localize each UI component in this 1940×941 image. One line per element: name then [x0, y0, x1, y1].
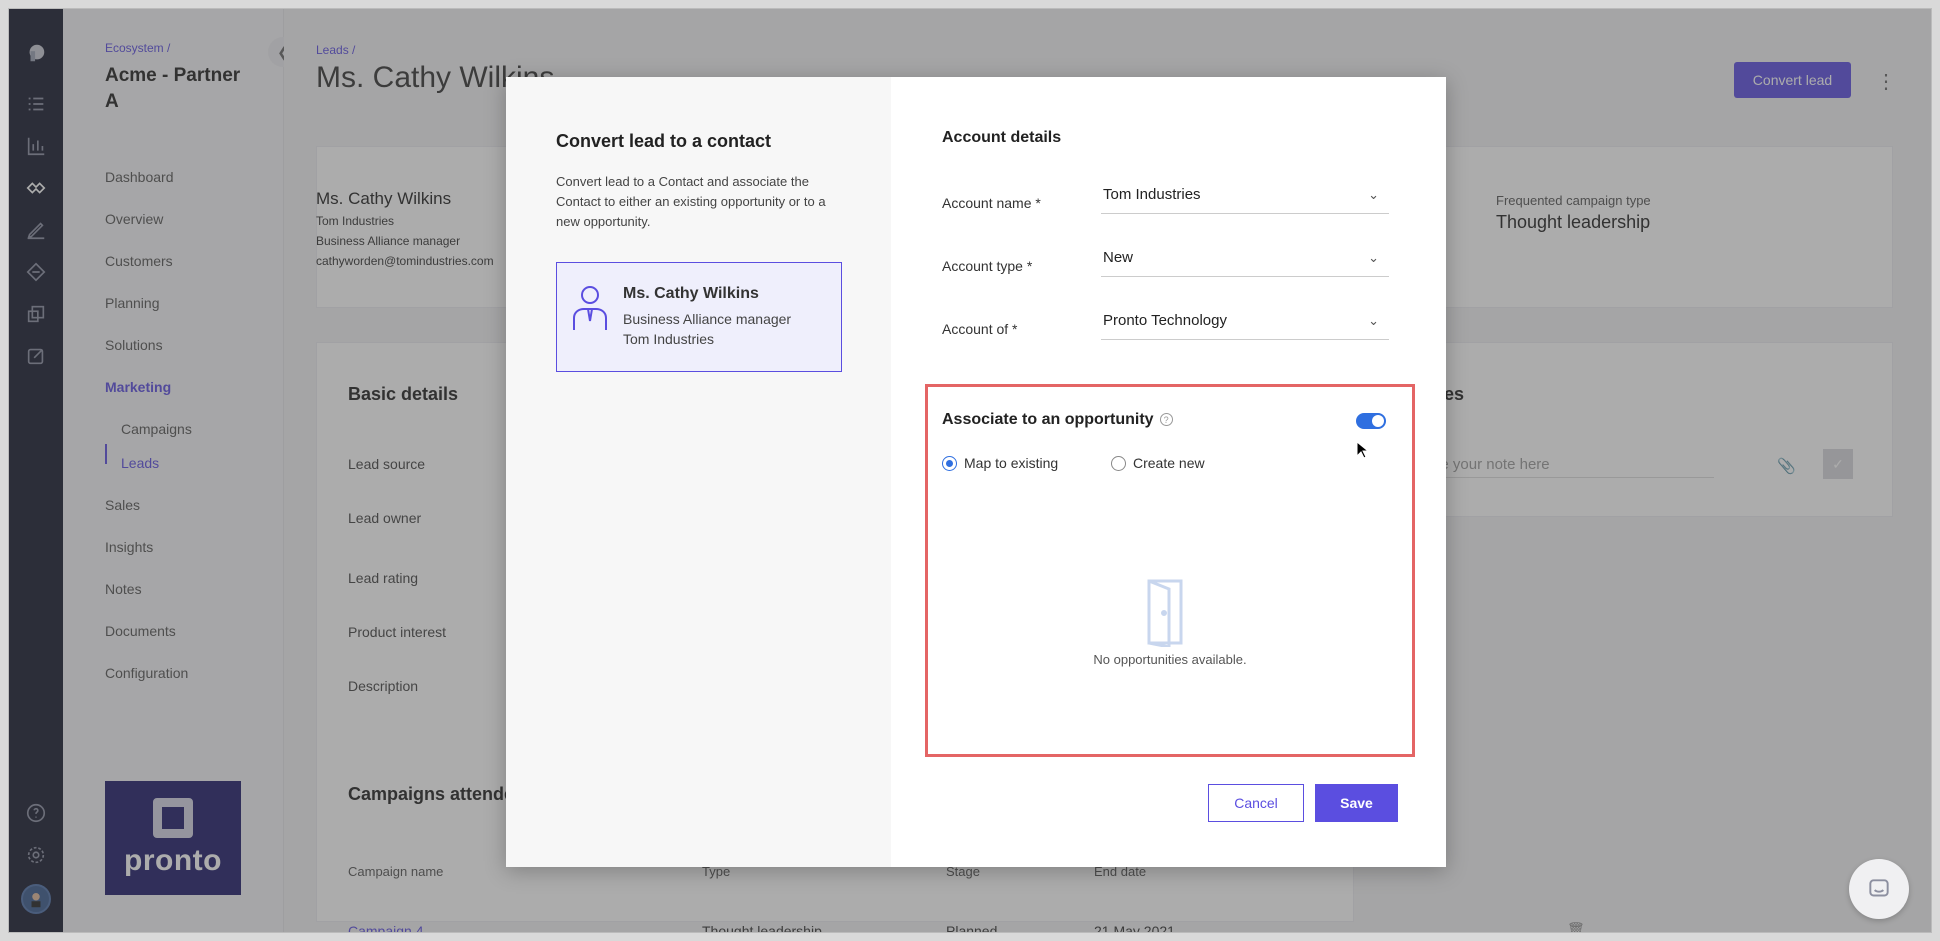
- help-icon[interactable]: ?: [1159, 413, 1173, 427]
- contact-card[interactable]: Ms. Cathy Wilkins Business Alliance mana…: [556, 262, 842, 372]
- modal-title: Convert lead to a contact: [556, 131, 772, 151]
- empty-state-text: No opportunities available.: [1093, 652, 1247, 667]
- account-type-label: Account type *: [942, 258, 1033, 274]
- radio-create-new[interactable]: Create new: [1111, 455, 1205, 471]
- toggle-knob: [1372, 415, 1384, 427]
- modal-description: Convert lead to a Contact and associate …: [556, 174, 826, 229]
- account-of-value: Pronto Technology: [1103, 312, 1227, 329]
- radio-circle-selected: [942, 455, 957, 471]
- door-icon: [1145, 577, 1185, 649]
- chat-icon: [1869, 879, 1889, 897]
- contact-name: Ms. Cathy Wilkins: [623, 285, 759, 302]
- contact-company: Tom Industries: [623, 331, 715, 347]
- account-of-select[interactable]: Pronto Technology ⌄: [1101, 306, 1389, 340]
- radio-map-existing[interactable]: Map to existing: [942, 455, 1058, 471]
- account-name-label: Account name *: [942, 195, 1041, 211]
- chevron-down-icon: ⌄: [1368, 187, 1379, 202]
- associate-title: Associate to an opportunity?: [942, 411, 1173, 429]
- associate-opportunity-section: Associate to an opportunity? Map to exis…: [925, 384, 1415, 757]
- convert-lead-modal: Convert lead to a contact Convert lead t…: [506, 77, 1446, 867]
- associate-toggle[interactable]: [1356, 413, 1386, 429]
- mouse-cursor-icon: [1356, 440, 1370, 464]
- chevron-down-icon: ⌄: [1368, 250, 1379, 265]
- modal-left-panel: Convert lead to a contact Convert lead t…: [506, 77, 891, 867]
- radio-create-new-label: Create new: [1133, 455, 1205, 471]
- save-button[interactable]: Save: [1315, 784, 1398, 822]
- person-icon: [571, 285, 609, 331]
- account-details-title: Account details: [942, 129, 1062, 146]
- chat-launcher-button[interactable]: [1849, 859, 1909, 919]
- account-type-select[interactable]: New ⌄: [1101, 243, 1389, 277]
- account-name-select[interactable]: Tom Industries ⌄: [1101, 180, 1389, 214]
- chevron-down-icon: ⌄: [1368, 313, 1379, 328]
- radio-circle: [1111, 455, 1126, 471]
- associate-title-text: Associate to an opportunity: [942, 411, 1154, 428]
- modal-right-panel: Account details Account name * Tom Indus…: [891, 77, 1446, 867]
- radio-map-existing-label: Map to existing: [964, 455, 1059, 471]
- contact-role: Business Alliance manager: [623, 311, 792, 327]
- account-type-value: New: [1103, 249, 1134, 266]
- cancel-button[interactable]: Cancel: [1208, 784, 1304, 822]
- app-window: Ecosystem / Acme - Partner A Dashboard O…: [8, 8, 1932, 933]
- account-name-value: Tom Industries: [1103, 186, 1201, 203]
- account-of-label: Account of *: [942, 321, 1018, 337]
